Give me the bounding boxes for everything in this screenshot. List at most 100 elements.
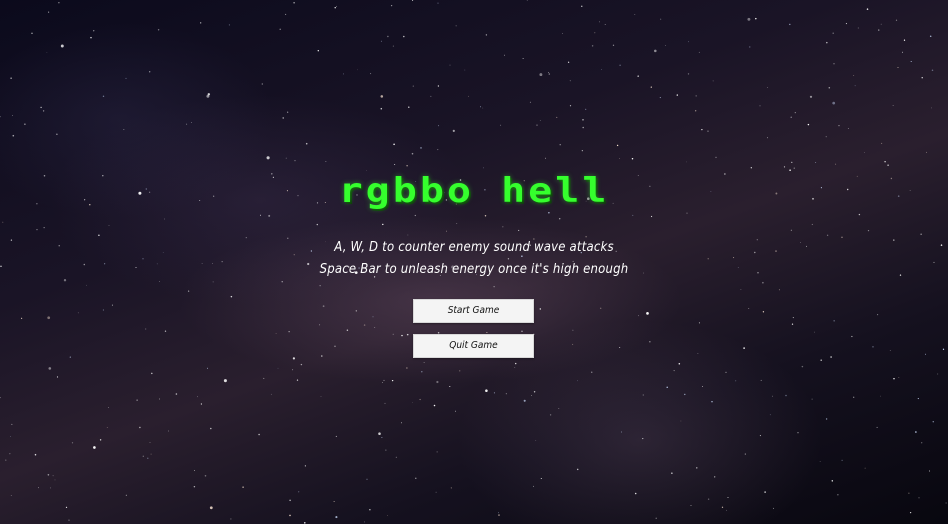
star <box>335 435 337 437</box>
star <box>69 356 71 358</box>
star <box>599 21 600 23</box>
star <box>715 156 717 159</box>
star <box>522 57 524 59</box>
star <box>828 86 831 89</box>
star <box>411 152 414 155</box>
star <box>102 95 105 98</box>
star <box>292 357 295 360</box>
star <box>279 28 281 31</box>
star <box>748 308 750 309</box>
star <box>58 2 60 4</box>
star <box>403 35 405 38</box>
star <box>102 309 104 311</box>
star <box>785 394 787 397</box>
star <box>193 485 196 488</box>
star <box>158 280 160 282</box>
star <box>858 213 861 216</box>
quit-game-button[interactable]: Quit Game <box>413 334 534 358</box>
star <box>686 212 688 214</box>
star <box>142 455 144 457</box>
instruction-line-controls: A, W, D to counter enemy sound wave atta… <box>334 240 614 255</box>
star <box>897 66 899 68</box>
star <box>485 389 488 392</box>
star <box>47 474 50 476</box>
star <box>433 404 436 407</box>
star <box>204 475 207 477</box>
star <box>436 380 439 384</box>
star <box>437 85 440 87</box>
star <box>789 23 791 26</box>
star <box>572 329 574 331</box>
star <box>807 123 810 126</box>
star <box>449 64 451 66</box>
star <box>881 142 883 144</box>
star <box>634 14 636 16</box>
star <box>769 414 771 416</box>
star <box>917 398 919 400</box>
star <box>288 331 290 333</box>
star <box>228 24 230 26</box>
star <box>539 120 541 121</box>
star <box>2 221 4 223</box>
star <box>223 379 227 383</box>
star <box>536 124 538 126</box>
star <box>334 7 336 9</box>
star <box>65 506 68 509</box>
star <box>93 30 95 32</box>
star <box>10 494 12 496</box>
star <box>200 22 202 24</box>
star <box>305 142 308 145</box>
star <box>572 343 574 345</box>
star <box>889 350 891 352</box>
star <box>390 4 393 7</box>
star <box>562 32 563 34</box>
star <box>750 167 752 169</box>
star <box>42 110 45 112</box>
star <box>833 320 835 322</box>
star <box>926 151 927 153</box>
star <box>304 465 307 467</box>
star <box>794 112 796 114</box>
star <box>438 125 440 127</box>
star <box>702 386 704 387</box>
star <box>378 432 381 435</box>
star <box>676 94 678 96</box>
star <box>567 61 570 63</box>
star <box>744 453 746 455</box>
star <box>654 49 657 53</box>
star <box>230 295 233 298</box>
star <box>485 34 488 36</box>
star <box>10 77 12 79</box>
star <box>825 418 828 420</box>
star <box>529 101 531 103</box>
star <box>837 494 839 496</box>
star <box>382 382 383 383</box>
star <box>322 305 325 308</box>
star <box>357 69 359 71</box>
star <box>726 509 727 511</box>
star <box>268 214 271 217</box>
star <box>591 45 594 47</box>
star <box>480 106 482 108</box>
star <box>688 41 690 43</box>
star <box>687 73 690 75</box>
star <box>383 379 385 381</box>
star <box>735 380 737 382</box>
star <box>743 347 745 349</box>
start-game-button[interactable]: Start Game <box>413 299 534 323</box>
star <box>915 431 917 433</box>
star <box>853 396 855 398</box>
star <box>468 95 469 97</box>
star <box>452 129 455 132</box>
star <box>387 515 388 517</box>
star <box>449 385 451 388</box>
star <box>106 427 108 428</box>
star <box>762 281 764 284</box>
star <box>300 363 303 366</box>
star <box>164 218 165 220</box>
star <box>164 330 167 332</box>
star <box>266 156 270 160</box>
star <box>581 5 583 7</box>
star <box>387 35 389 38</box>
star <box>666 386 668 389</box>
